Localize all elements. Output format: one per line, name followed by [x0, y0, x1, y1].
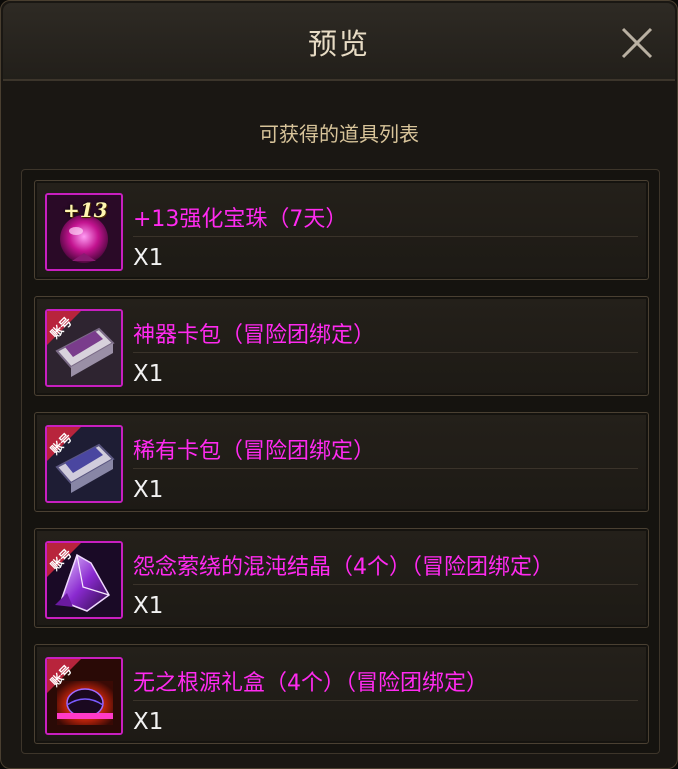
- item-name: 无之根源礼盒（4个）（冒险团绑定）: [133, 671, 488, 696]
- item-name: 神器卡包（冒险团绑定）: [133, 323, 376, 348]
- preview-dialog: 预览 可获得的道具列表 +13 +13强化宝珠（7天） X1 账号 神器卡包（冒…: [0, 0, 678, 769]
- enhance-badge: +13: [63, 198, 108, 222]
- orb-icon[interactable]: +13: [45, 193, 123, 271]
- card-pack-icon[interactable]: 账号: [45, 425, 123, 503]
- item-quantity: X1: [133, 361, 164, 387]
- dialog-title: 预览: [307, 27, 370, 61]
- list-item[interactable]: 账号 怨念萦绕的混沌结晶（4个）（冒险团绑定） X1: [34, 528, 649, 628]
- crystal-icon[interactable]: 账号: [45, 541, 123, 619]
- item-quantity: X1: [133, 709, 164, 735]
- item-name: 怨念萦绕的混沌结晶（4个）（冒险团绑定）: [133, 555, 554, 580]
- list-subtitle: 可获得的道具列表: [259, 122, 419, 146]
- item-quantity: X1: [133, 477, 164, 503]
- gift-box-icon[interactable]: 账号: [45, 657, 123, 735]
- list-item[interactable]: 账号 无之根源礼盒（4个）（冒险团绑定） X1: [34, 644, 649, 744]
- divider: [133, 236, 638, 237]
- card-pack-icon[interactable]: 账号: [45, 309, 123, 387]
- item-list[interactable]: +13 +13强化宝珠（7天） X1 账号 神器卡包（冒险团绑定） X1 账号 …: [21, 169, 660, 754]
- list-item[interactable]: 账号 神器卡包（冒险团绑定） X1: [34, 296, 649, 396]
- close-button[interactable]: [617, 23, 657, 63]
- item-quantity: X1: [133, 593, 164, 619]
- close-icon[interactable]: [617, 23, 657, 63]
- item-name: 稀有卡包（冒险团绑定）: [133, 439, 376, 464]
- item-quantity: X1: [133, 245, 164, 271]
- divider: [133, 584, 638, 585]
- list-item[interactable]: 账号 稀有卡包（冒险团绑定） X1: [34, 412, 649, 512]
- list-item[interactable]: +13 +13强化宝珠（7天） X1: [34, 180, 649, 280]
- divider: [133, 468, 638, 469]
- item-name: +13强化宝珠（7天）: [133, 207, 348, 232]
- title-bar: 预览: [3, 3, 675, 81]
- divider: [133, 700, 638, 701]
- divider: [133, 352, 638, 353]
